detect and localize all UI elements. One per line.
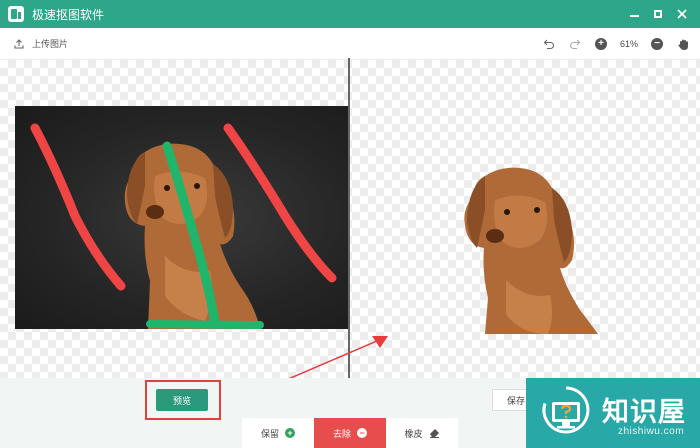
app-title: 极速抠图软件 [32,7,105,22]
remove-tool-label: 去除 [332,428,351,439]
toolbar: 上传图片 + 61% − [0,28,700,60]
plus-circle-icon: + [285,428,295,438]
upload-image-button[interactable]: 上传图片 [32,37,68,50]
preview-button[interactable]: 预览 [156,389,208,411]
redo-icon[interactable] [568,37,582,51]
hand-pan-icon[interactable] [676,37,690,51]
eraser-icon [429,427,440,440]
window-controls [622,0,694,28]
zoom-out-icon[interactable]: − [650,37,664,51]
upload-icon[interactable] [14,38,24,49]
watermark-title: 知识屋 [602,397,686,427]
zoom-level: 61% [619,39,638,49]
keep-tool-button[interactable]: 保留 + [242,418,314,448]
question-monitor-icon [542,386,590,434]
eraser-tool-label: 橡皮 [404,428,423,439]
cutout-result-image [440,138,610,334]
minus-circle-icon: − [357,428,367,438]
maximize-icon[interactable] [646,0,670,28]
eraser-tool-button[interactable]: 橡皮 [386,418,458,448]
brush-toolbar: 保留 + 去除 − 橡皮 [242,418,458,448]
minimize-icon[interactable] [622,0,646,28]
title-bar: 极速抠图软件 [0,0,700,28]
close-icon[interactable] [670,0,694,28]
app-logo-icon [8,6,24,22]
undo-icon[interactable] [542,37,556,51]
remove-tool-button[interactable]: 去除 − [314,418,386,448]
site-watermark: 知识屋 zhishiwu.com [526,378,700,448]
toolbar-right: + 61% − [542,28,690,60]
zoom-in-icon[interactable]: + [594,37,608,51]
original-image[interactable] [15,106,349,329]
keep-tool-label: 保留 [260,428,279,439]
watermark-url: zhishiwu.com [618,426,685,437]
